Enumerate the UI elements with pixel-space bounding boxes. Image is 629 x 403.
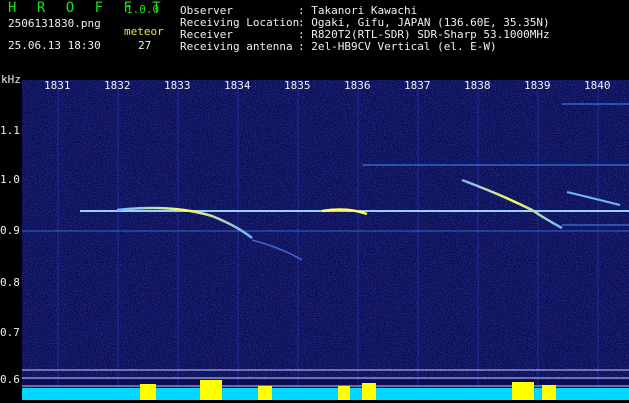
app-version: 1.0.0 (126, 3, 160, 16)
x-tick-label: 1832 (104, 79, 131, 92)
y-axis-ticks: 1.1 1.0 0.9 0.8 0.7 0.6 (0, 80, 22, 400)
x-tick-label: 1838 (464, 79, 491, 92)
meteor-count: 27 (138, 39, 152, 52)
y-tick-label: 1.0 (0, 173, 20, 186)
spectrogram-panel (22, 80, 629, 400)
capture-datetime: 25.06.13 18:30 (8, 39, 101, 52)
antenna-label: Receiving antenna (180, 40, 293, 53)
y-tick-label: 1.1 (0, 124, 20, 137)
x-tick-label: 1837 (404, 79, 431, 92)
header-panel: H R O F F T 1.0.0 2506131830.png meteor … (0, 0, 629, 72)
x-tick-label: 1840 (584, 79, 611, 92)
meteor-label: meteor (124, 25, 164, 38)
antenna-value: : 2el-HB9CV Vertical (el. E-W) (298, 40, 497, 53)
x-tick-label: 1836 (344, 79, 371, 92)
x-tick-label: 1835 (284, 79, 311, 92)
x-tick-label: 1831 (44, 79, 71, 92)
y-axis-unit: kHz (1, 73, 21, 86)
y-tick-label: 0.8 (0, 276, 20, 289)
y-tick-label: 0.6 (0, 373, 20, 386)
x-tick-label: 1834 (224, 79, 251, 92)
audio-level-strip (22, 388, 629, 400)
x-tick-label: 1839 (524, 79, 551, 92)
x-tick-label: 1833 (164, 79, 191, 92)
x-axis-ticks: 1831 1832 1833 1834 1835 1836 1837 1838 1839 1840 (0, 72, 629, 92)
y-tick-label: 0.9 (0, 224, 20, 237)
capture-filename: 2506131830.png (8, 17, 101, 30)
y-tick-label: 0.7 (0, 326, 20, 339)
spectrogram-svg (22, 80, 629, 400)
